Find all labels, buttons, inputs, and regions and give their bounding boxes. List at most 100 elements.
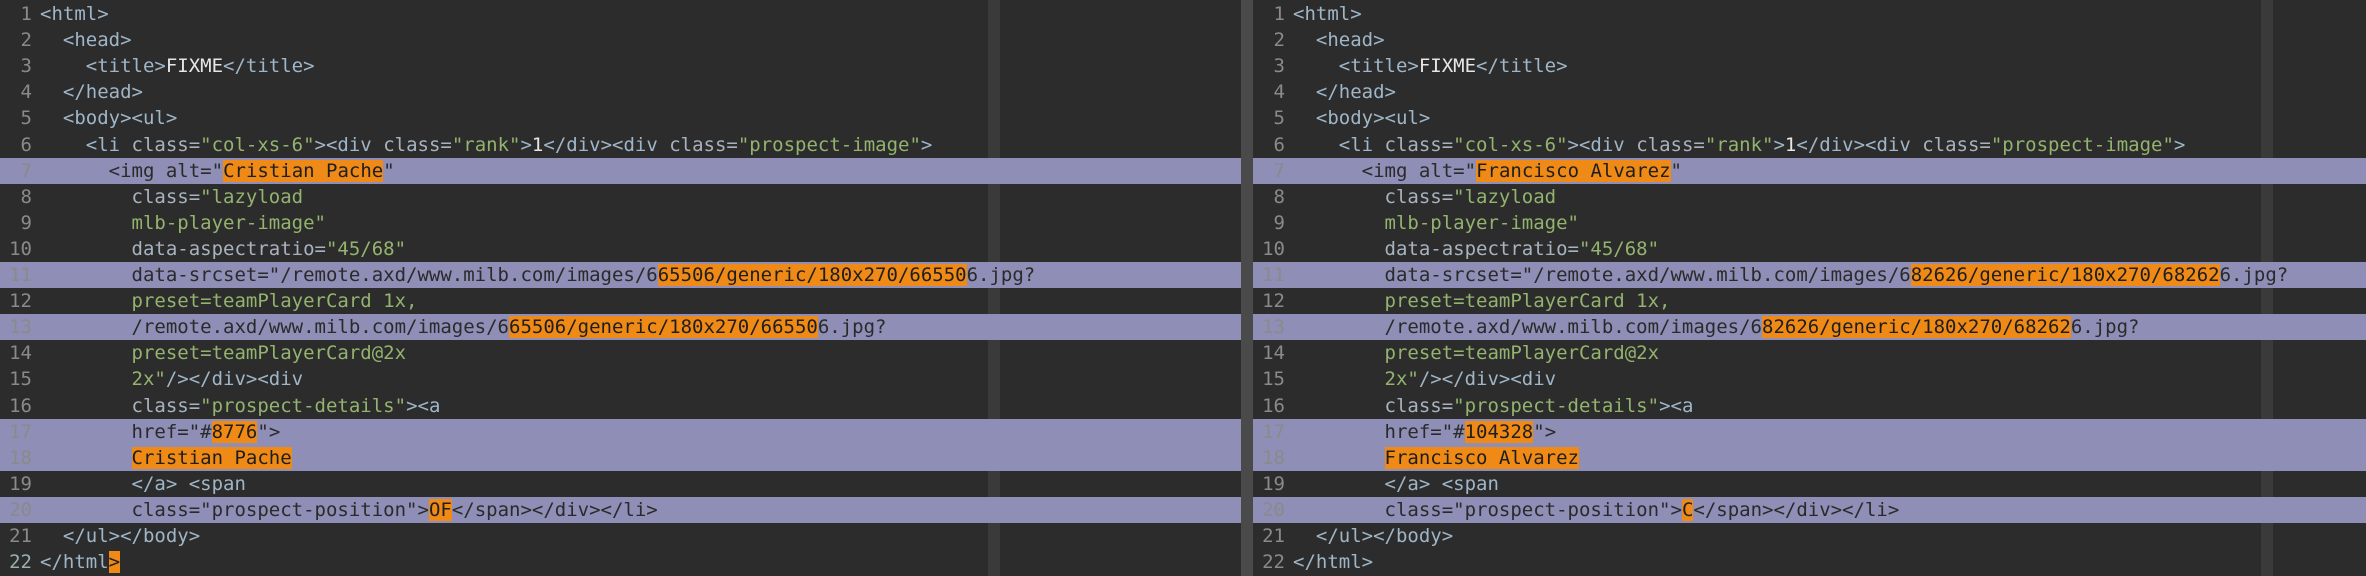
diff-text-highlight: 82626/generic/180x270/68262 — [1762, 316, 2071, 339]
diff-changed-line[interactable]: 13 /remote.axd/www.milb.com/images/68262… — [1253, 314, 2366, 341]
code-line[interactable]: 8 class="lazyload — [1253, 184, 2366, 210]
diff-changed-line[interactable]: 7 <img alt="Cristian Pache" — [0, 157, 1241, 184]
code-line[interactable]: 10 data-aspectratio="45/68" — [1253, 236, 2366, 262]
code-line[interactable]: 5 <body><ul> — [0, 105, 1241, 131]
code-line[interactable]: 19 </a> <span — [1253, 471, 2366, 497]
diff-changed-line[interactable]: 17 href="#8776"> — [0, 418, 1241, 445]
code-token: " — [1670, 159, 1682, 182]
code-line[interactable]: 9 mlb-player-image" — [0, 210, 1241, 236]
code-line[interactable]: 12 preset=teamPlayerCard 1x, — [1253, 288, 2366, 314]
line-number: 11 — [1262, 264, 1285, 286]
code-line[interactable]: 14 preset=teamPlayerCard@2x — [0, 340, 1241, 366]
diff-changed-line[interactable]: 18 Cristian Pache — [0, 444, 1241, 471]
line-number: 19 — [9, 472, 32, 495]
code-line[interactable]: 14 preset=teamPlayerCard@2x — [1253, 340, 2366, 366]
code-token: </head> — [40, 81, 143, 104]
line-code: mlb-player-image" — [40, 210, 326, 236]
code-line[interactable]: 15 2x"/></div><div — [0, 366, 1241, 392]
code-line[interactable]: 10 data-aspectratio="45/68" — [0, 236, 1241, 262]
line-code: /remote.axd/www.milb.com/images/665506/g… — [40, 314, 887, 340]
code-token: "prospect-position" — [200, 498, 418, 521]
code-line[interactable]: 2 <head> — [1253, 27, 2366, 53]
code-token: <img — [40, 159, 166, 182]
line-number: 17 — [1262, 420, 1285, 443]
vertical-split-divider[interactable] — [1241, 0, 1253, 576]
diff-changed-line[interactable]: 11 data-srcset="/remote.axd/www.milb.com… — [1253, 262, 2366, 288]
diff-pane-left[interactable]: 1 <html> 2 <head> 3 <title>FIXME</title> 4 <… — [0, 0, 1241, 576]
code-line[interactable]: 22 </html> — [1253, 549, 2366, 575]
code-line[interactable]: 16 class="prospect-details"><a — [0, 393, 1241, 419]
code-line[interactable]: 5 <body><ul> — [1253, 105, 2366, 131]
code-token: <html> — [1293, 3, 1362, 25]
code-line[interactable]: 3 <title>FIXME</title> — [1253, 53, 2366, 79]
code-token: "prospect-image" — [737, 133, 921, 156]
code-line[interactable]: 21 </ul></body> — [0, 523, 1241, 549]
line-number: 16 — [1262, 394, 1285, 417]
code-token: " — [383, 159, 395, 182]
diff-changed-line[interactable]: 18 Francisco Alvarez — [1253, 444, 2366, 471]
diff-changed-line[interactable]: 7 <img alt="Francisco Alvarez" — [1253, 157, 2366, 184]
line-number: 17 — [9, 420, 32, 443]
code-line[interactable]: 22 </html> — [0, 549, 1241, 575]
line-number: 21 — [9, 525, 32, 547]
code-token: preset=teamPlayerCard@2x — [40, 342, 407, 365]
line-code: class="prospect-details"><a — [1293, 393, 1694, 419]
code-token: <body><ul> — [40, 107, 178, 130]
code-token: data-srcset= — [1293, 264, 1522, 286]
code-line[interactable]: 4 </head> — [0, 79, 1241, 105]
line-number: 13 — [1262, 316, 1285, 339]
code-token: class= — [1293, 498, 1454, 521]
code-line[interactable]: 19 </a> <span — [0, 471, 1241, 497]
line-code: <img alt="Francisco Alvarez" — [1293, 158, 1682, 184]
vimdiff-window: 1 <html> 2 <head> 3 <title>FIXME</title> 4 <… — [0, 0, 2366, 576]
code-line[interactable]: 15 2x"/></div><div — [1253, 366, 2366, 392]
line-number: 15 — [1262, 368, 1285, 391]
code-token: "45/68" — [325, 237, 407, 260]
code-token: class= — [1293, 394, 1454, 417]
line-number: 9 — [20, 211, 32, 234]
code-token: 1 — [1784, 133, 1797, 156]
line-number: 14 — [1262, 342, 1285, 365]
line-code: class="prospect-position">OF</span></div… — [40, 497, 658, 523]
diff-changed-line[interactable]: 11 data-srcset="/remote.axd/www.milb.com… — [0, 262, 1241, 288]
code-line[interactable]: 6 <li class="col-xs-6"><div class="rank"… — [0, 132, 1241, 158]
line-number: 11 — [9, 264, 32, 286]
code-token: "/remote.axd/www.milb.com/images/6 — [1521, 264, 1911, 286]
diff-changed-line[interactable]: 20 class="prospect-position">OF</span></… — [0, 496, 1241, 523]
code-token: class= — [131, 133, 201, 156]
diff-text-highlight: 8776 — [211, 420, 258, 443]
code-token: "45/68" — [1578, 237, 1660, 260]
code-token: "rank" — [1704, 133, 1774, 156]
line-number: 13 — [9, 316, 32, 339]
code-token: <li — [1293, 133, 1385, 156]
line-code: data-srcset="/remote.axd/www.milb.com/im… — [1293, 262, 2288, 288]
diff-changed-line[interactable]: 20 class="prospect-position">C</span></d… — [1253, 496, 2366, 523]
code-token: > — [1670, 498, 1682, 521]
code-line[interactable]: 12 preset=teamPlayerCard 1x, — [0, 288, 1241, 314]
code-line[interactable]: 21 </ul></body> — [1253, 523, 2366, 549]
diff-pane-right[interactable]: 1 <html> 2 <head> 3 <title>FIXME</title> 4 <… — [1253, 0, 2366, 576]
line-number: 20 — [9, 498, 32, 521]
code-token: class= — [40, 498, 201, 521]
code-line[interactable]: 16 class="prospect-details"><a — [1253, 393, 2366, 419]
code-line[interactable]: 6 <li class="col-xs-6"><div class="rank"… — [1253, 132, 2366, 158]
diff-text-highlight: 82626/generic/180x270/68262 — [1910, 264, 2220, 286]
code-line[interactable]: 1 <html> — [0, 1, 1241, 27]
code-line[interactable]: 4 </head> — [1253, 79, 2366, 105]
diff-changed-line[interactable]: 17 href="#104328"> — [1253, 418, 2366, 445]
code-token: "prospect-details" — [200, 394, 407, 417]
code-token: <body><ul> — [1293, 107, 1431, 130]
code-line[interactable]: 9 mlb-player-image" — [1253, 210, 2366, 236]
code-token: </title> — [1476, 55, 1568, 78]
line-code: Cristian Pache — [40, 445, 292, 471]
code-line[interactable]: 8 class="lazyload — [0, 184, 1241, 210]
code-line[interactable]: 2 <head> — [0, 27, 1241, 53]
diff-changed-line[interactable]: 13 /remote.axd/www.milb.com/images/66550… — [0, 314, 1241, 341]
code-line[interactable]: 1 <html> — [1253, 1, 2366, 27]
code-token: <title> — [40, 55, 166, 78]
code-token: <title> — [1293, 55, 1419, 78]
line-number: 18 — [1262, 446, 1285, 469]
line-code: <html> — [40, 1, 109, 27]
code-line[interactable]: 3 <title>FIXME</title> — [0, 53, 1241, 79]
line-code: </ul></body> — [40, 523, 200, 549]
